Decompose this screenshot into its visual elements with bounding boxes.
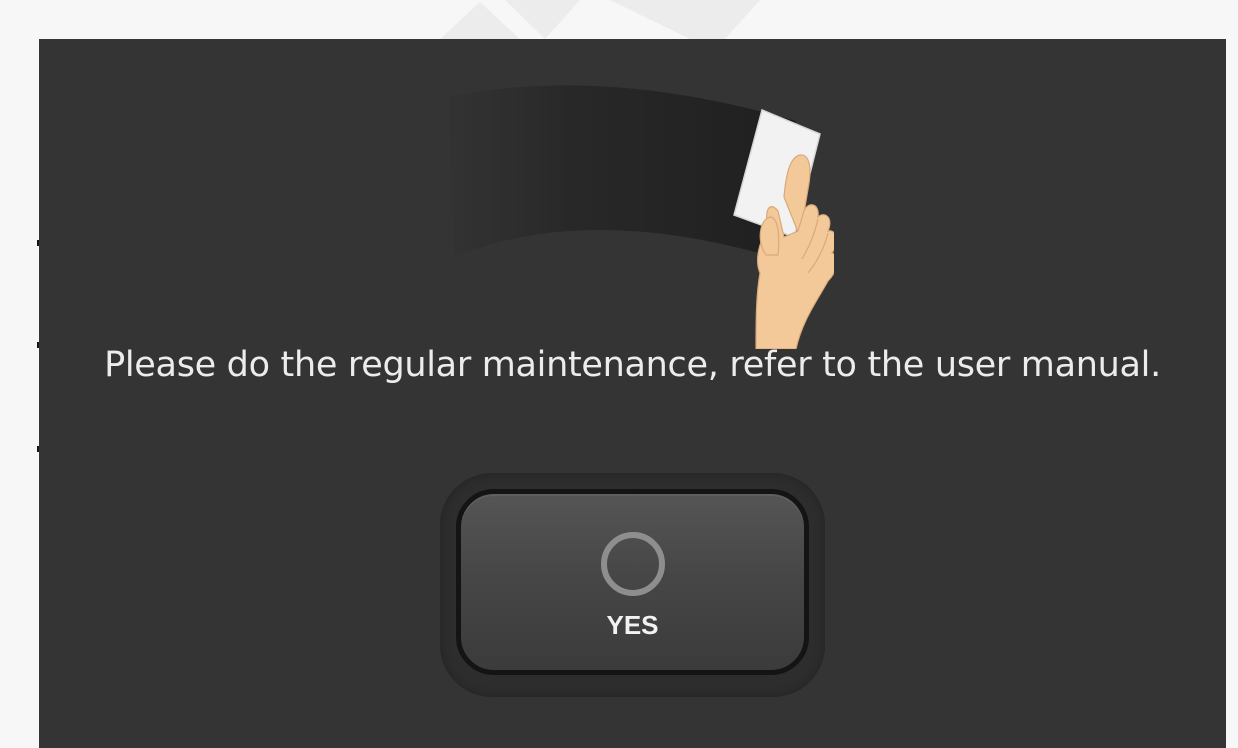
- yes-button[interactable]: YES: [456, 489, 809, 675]
- screen: Please do the regular maintenance, refer…: [0, 0, 1238, 748]
- yes-button-label: YES: [606, 610, 659, 640]
- yes-button-well: YES: [440, 473, 825, 697]
- maintenance-dialog: Please do the regular maintenance, refer…: [39, 39, 1226, 748]
- circle-ok-icon: [601, 532, 665, 596]
- wipe-screen-with-cloth-icon: [449, 85, 834, 349]
- maintenance-message: Please do the regular maintenance, refer…: [104, 345, 1161, 385]
